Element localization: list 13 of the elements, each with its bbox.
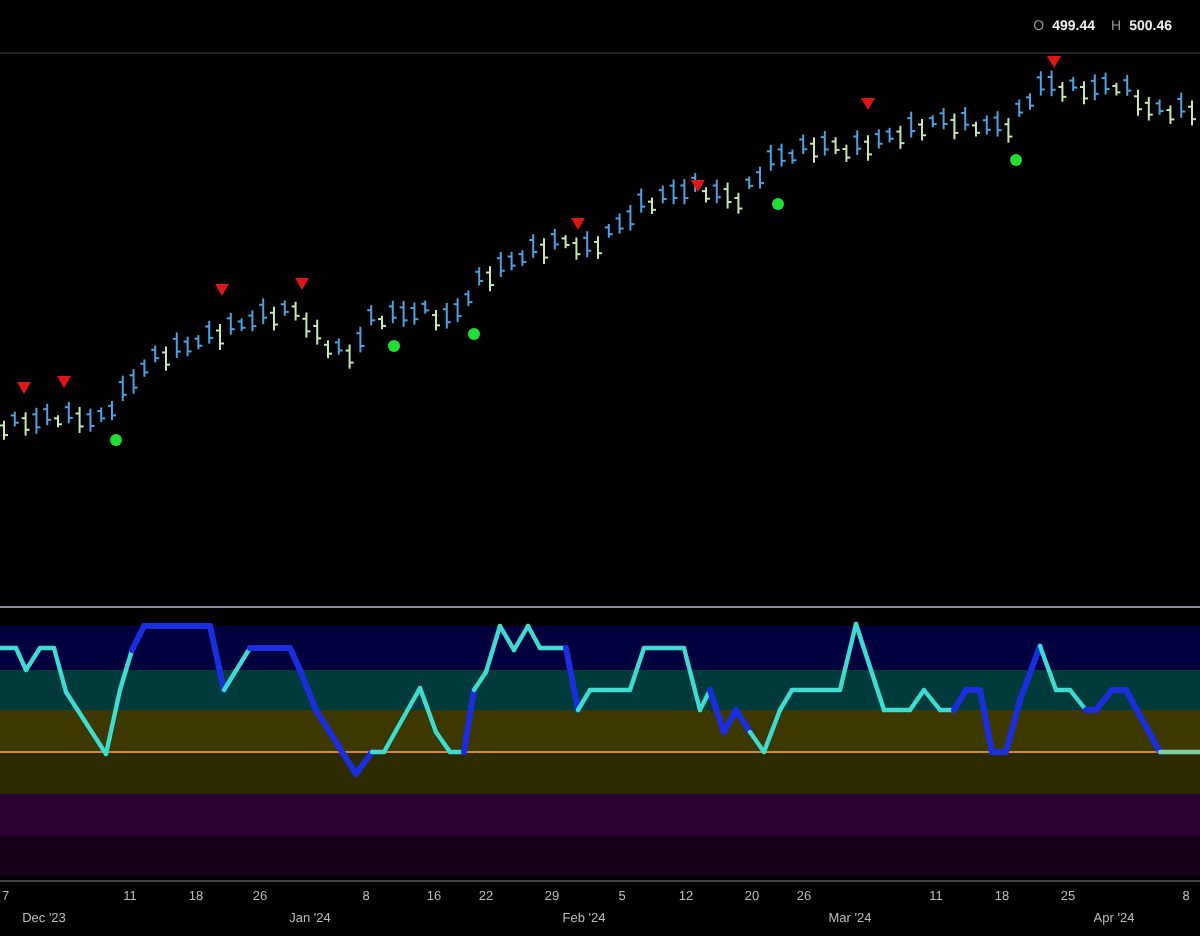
- sell-signal-marker: [571, 218, 585, 230]
- sell-signal-marker: [691, 180, 705, 192]
- sell-signal-marker: [215, 284, 229, 296]
- buy-signal-marker: [110, 434, 122, 446]
- buy-signal-marker: [468, 328, 480, 340]
- buy-signal-marker: [772, 198, 784, 210]
- sell-signal-marker: [57, 376, 71, 388]
- buy-signal-marker: [1010, 154, 1022, 166]
- sell-signal-marker: [1047, 56, 1061, 68]
- sell-signal-marker: [861, 98, 875, 110]
- sell-signal-marker: [17, 382, 31, 394]
- buy-signal-marker: [388, 340, 400, 352]
- sell-signal-marker: [295, 278, 309, 290]
